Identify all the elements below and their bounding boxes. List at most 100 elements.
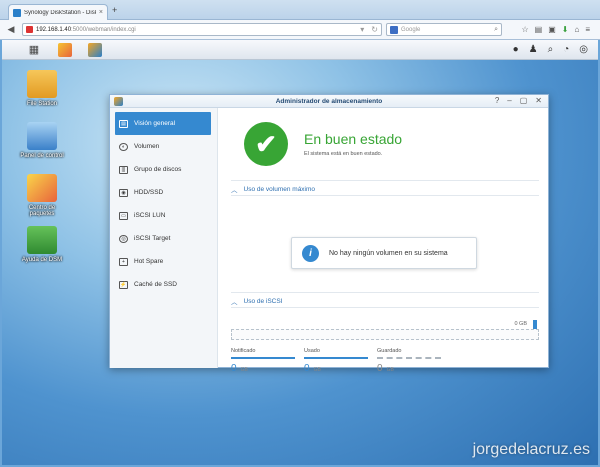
stat-label: Usado	[304, 348, 368, 359]
disk-group-icon: |||	[119, 165, 128, 174]
iscsi-section-title: Uso de iSCSI	[243, 297, 283, 305]
sidebar-item-hot-spare[interactable]: + Hot Spare	[115, 250, 211, 273]
url-text: 192.168.1.40:5000/webman/index.cgi	[36, 26, 136, 33]
desktop-icon-control-panel[interactable]: Panel de control	[17, 122, 67, 159]
divider	[231, 180, 539, 181]
search-icon[interactable]: ⌕	[494, 26, 498, 34]
sidebar-item-disk-group[interactable]: ||| Grupo de discos	[115, 158, 211, 181]
volume-section-header[interactable]: ︿ Uso de volumen máximo	[231, 184, 316, 195]
main-menu-grid-icon[interactable]: ▦	[22, 41, 46, 59]
url-bar[interactable]: 192.168.1.40:5000/webman/index.cgi ▾ ↻	[22, 23, 382, 36]
dsm-taskbar: ▦ ● ♟ ⌕ ◔ ◎	[2, 40, 598, 60]
sidebar-item-iscsi-lun[interactable]: ▭ iSCSI LUN	[115, 204, 211, 227]
ssd-cache-icon: ⚡	[119, 280, 128, 289]
stat-value: 0 GB	[231, 363, 248, 374]
desktop-icon-dsm-help[interactable]: Ayuda de DSM	[17, 226, 67, 263]
no-volume-message: i No hay ningún volumen en su sistema	[291, 237, 477, 269]
taskbar-tray: ● ♟ ⌕ ◔ ◎	[513, 44, 598, 55]
collapse-chevron-icon: ︿	[231, 187, 238, 194]
site-identity-icon[interactable]	[26, 26, 33, 33]
stat-value: 0 GB	[377, 363, 394, 374]
sidebar-item-label: iSCSI LUN	[134, 212, 166, 219]
desktop-icon-label: File Station	[26, 101, 57, 107]
stat-label: Guardado	[377, 348, 441, 359]
info-icon: i	[302, 244, 319, 262]
watermark: jorgedelacruz.es	[472, 441, 590, 458]
no-volume-text: No hay ningún volumen en su sistema	[329, 249, 448, 257]
sidebar-item-label: Visión general	[134, 120, 176, 127]
collapse-chevron-icon: ︿	[231, 299, 238, 306]
health-title: En buen estado	[304, 131, 403, 147]
taskbar-app-package[interactable]	[54, 41, 76, 59]
help-book-icon	[27, 226, 57, 254]
stat-used: Usado 0 GB	[304, 348, 368, 374]
sidebar-item-label: Grupo de discos	[134, 166, 182, 173]
sidebar-item-iscsi-target[interactable]: ◎ iSCSI Target	[115, 227, 211, 250]
reload-icon[interactable]: ↻	[371, 25, 378, 34]
menu-icon[interactable]: ≡	[585, 25, 590, 34]
tab-close-icon[interactable]: ×	[99, 9, 103, 16]
sidebar-item-ssd-cache[interactable]: ⚡ Caché de SSD	[115, 273, 211, 296]
capacity-label: 0 GB	[514, 321, 527, 327]
desktop-icon-package-center[interactable]: Centro de paquetes	[17, 174, 67, 217]
sidebar: ▤ Visión general ◐ Volumen ||| Grupo de dis…	[110, 108, 218, 368]
new-tab-button[interactable]: +	[112, 5, 117, 15]
browser-toolbar-icons: ☆ ▤ ▣ ⬇ ⌂ ≡	[521, 25, 596, 34]
sidebar-item-volume[interactable]: ◐ Volumen	[115, 135, 211, 158]
control-panel-icon	[27, 122, 57, 150]
main-panel: ✔ En buen estado El sistema está en buen…	[219, 108, 549, 374]
window-titlebar[interactable]: Administrador de almacenamiento ? – ▢ ✕	[110, 95, 548, 108]
stat-value: 0 GB	[304, 363, 321, 374]
sidebar-item-hdd-ssd[interactable]: ◉ HDD/SSD	[115, 181, 211, 204]
sidebar-item-label: iSCSI Target	[134, 235, 171, 242]
maximize-icon[interactable]: ▢	[520, 96, 528, 105]
sidebar-item-label: Caché de SSD	[134, 281, 177, 288]
sidebar-item-label: Hot Spare	[134, 258, 164, 265]
chat-icon[interactable]: ●	[513, 44, 519, 55]
desktop-icon-file-station[interactable]: File Station	[17, 70, 67, 107]
user-icon[interactable]: ♟	[529, 44, 538, 55]
capacity-marker-icon	[533, 320, 537, 329]
browser-navbar: ◀ 192.168.1.40:5000/webman/index.cgi ▾ ↻…	[0, 20, 600, 40]
back-icon[interactable]: ◀	[4, 23, 18, 37]
taskbar-app-storage-manager[interactable]	[84, 41, 106, 59]
stat-saved: Guardado 0 GB	[377, 348, 441, 374]
minimize-icon[interactable]: –	[507, 96, 511, 105]
volume-icon: ◐	[119, 142, 128, 151]
sidebar-item-label: HDD/SSD	[134, 189, 164, 196]
home-icon[interactable]: ⌂	[574, 25, 579, 34]
iscsi-target-icon: ◎	[119, 234, 128, 243]
stat-notified: Notificado 0 GB	[231, 348, 295, 374]
hot-spare-icon: +	[119, 257, 128, 266]
package-center-icon	[58, 42, 72, 57]
sidebar-item-overview[interactable]: ▤ Visión general	[115, 112, 211, 135]
package-center-icon	[27, 174, 57, 202]
iscsi-lun-icon: ▭	[119, 211, 128, 220]
desktop-icon-label: Panel de control	[20, 153, 64, 159]
desktop-icon-label: Ayuda de DSM	[21, 257, 63, 263]
search-bar[interactable]: Google ⌕	[386, 23, 502, 36]
browser-tabbar: Synology DiskStation - DiskSta... × +	[0, 0, 600, 20]
download-icon[interactable]: ⬇	[562, 25, 569, 34]
dropdown-arrow-icon[interactable]: ▾	[360, 25, 364, 34]
search-icon[interactable]: ⌕	[548, 44, 554, 55]
hdd-icon: ◉	[119, 188, 128, 197]
divider	[231, 292, 539, 293]
volume-section-title: Uso de volumen máximo	[243, 185, 316, 193]
pilot-view-icon[interactable]: ◎	[579, 44, 588, 55]
health-status: ✔ En buen estado El sistema está en buen…	[244, 122, 402, 166]
folder-icon	[27, 70, 57, 98]
bookmarks-icon[interactable]: ▤	[535, 25, 543, 34]
iscsi-section-header[interactable]: ︿ Uso de iSCSI	[231, 296, 283, 307]
storage-manager-window: Administrador de almacenamiento ? – ▢ ✕ …	[109, 94, 549, 374]
search-placeholder: Google	[401, 26, 421, 33]
bookmark-star-icon[interactable]: ☆	[521, 25, 528, 34]
close-icon[interactable]: ✕	[535, 96, 542, 105]
desktop-icon-label: Centro de paquetes	[28, 205, 56, 217]
lock-icon[interactable]: ▣	[548, 25, 556, 34]
help-icon[interactable]: ?	[495, 96, 499, 105]
checkmark-icon: ✔	[244, 122, 288, 166]
widgets-icon[interactable]: ◔	[563, 44, 569, 55]
search-engine-icon[interactable]	[390, 25, 398, 34]
browser-tab[interactable]: Synology DiskStation - DiskSta... ×	[8, 4, 108, 20]
